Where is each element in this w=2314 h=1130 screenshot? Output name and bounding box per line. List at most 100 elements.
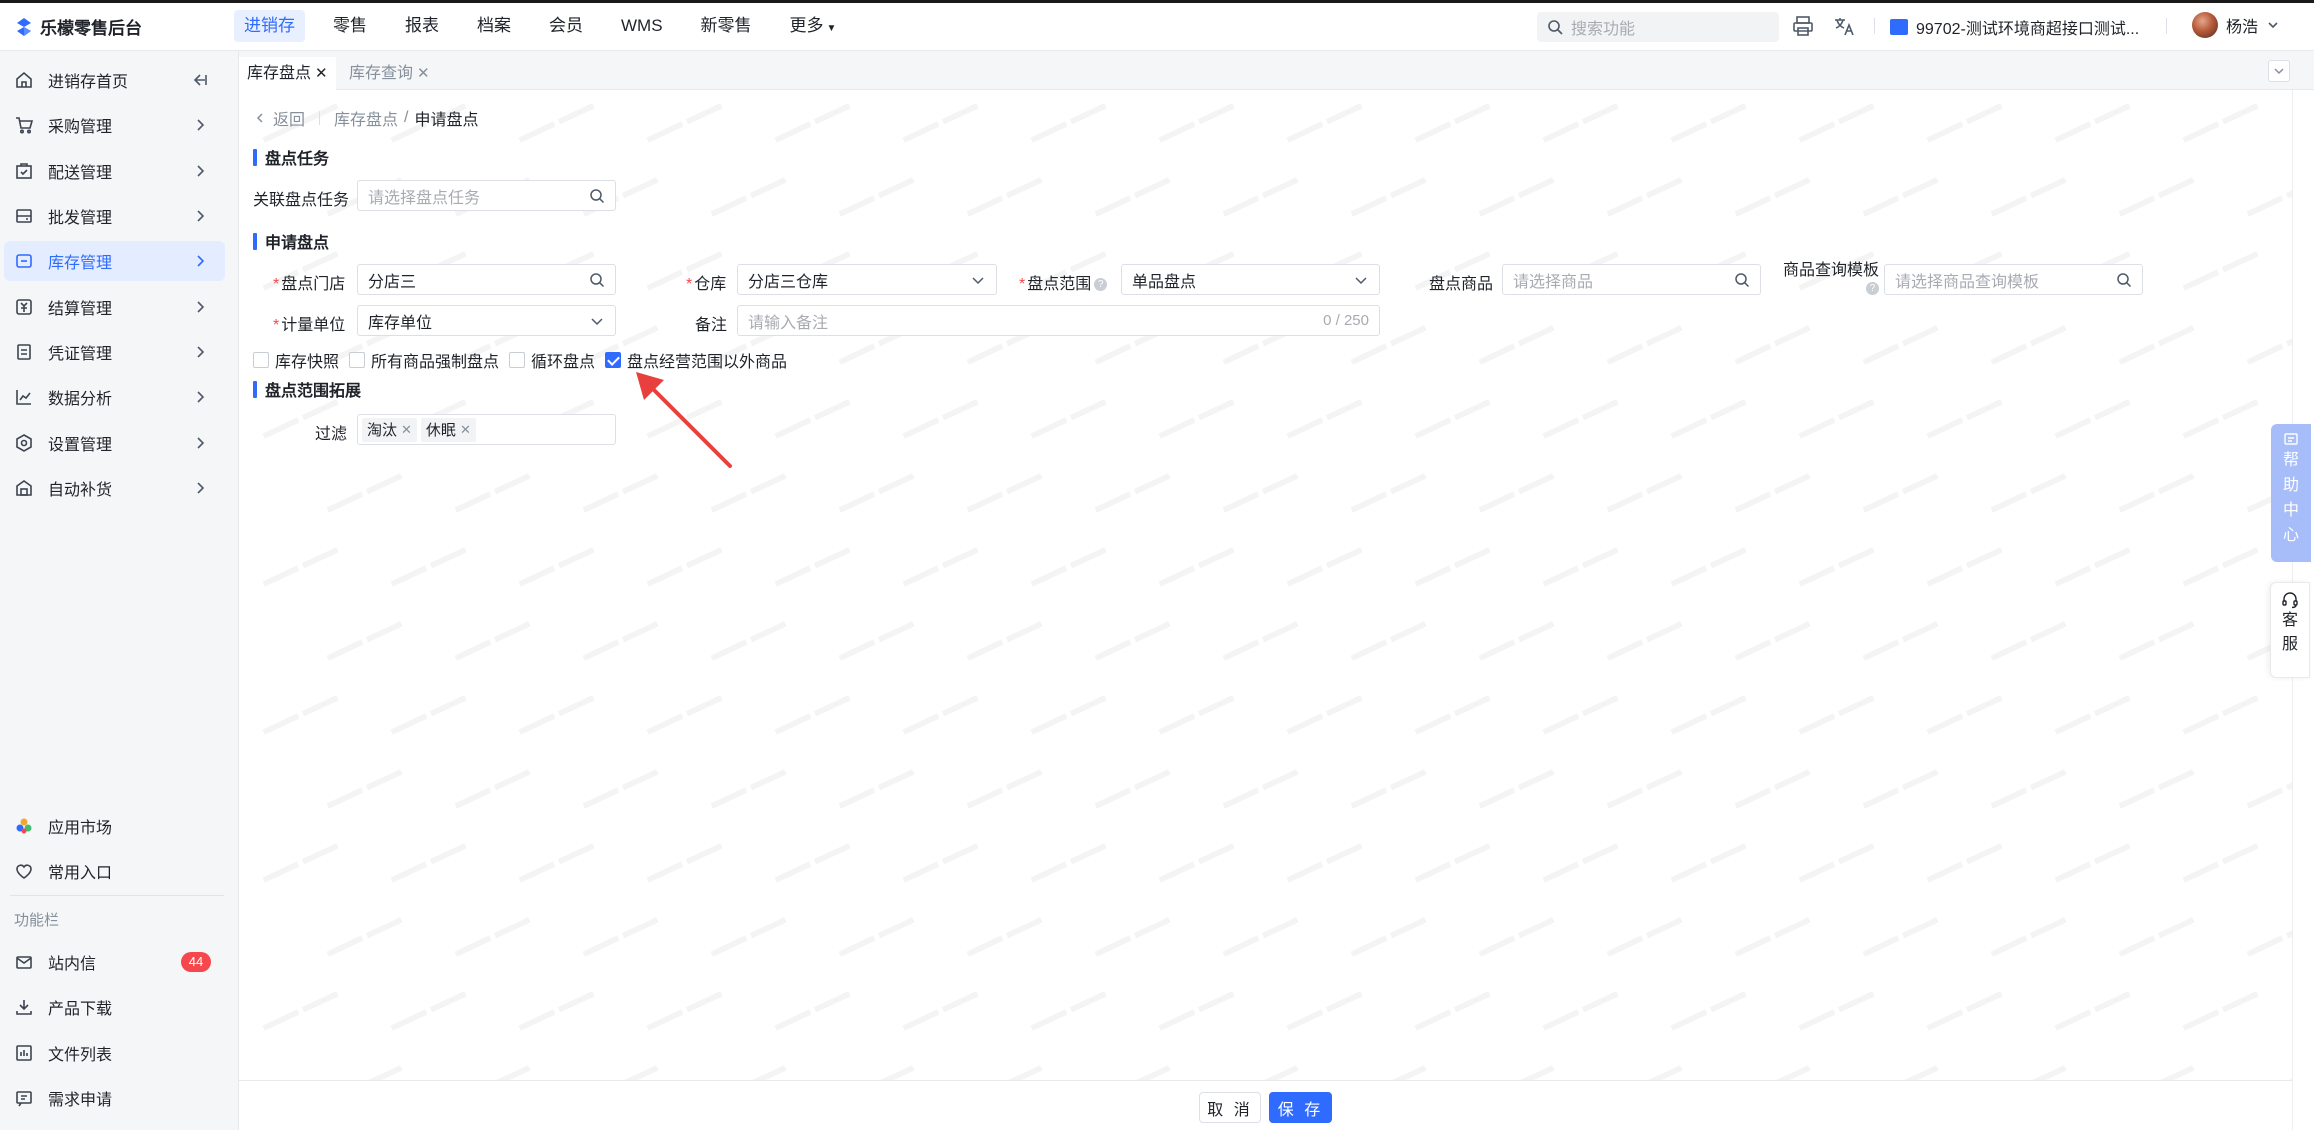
printer-icon[interactable]: [1791, 14, 1815, 38]
sidebar-item-downloads[interactable]: 产品下载: [4, 987, 225, 1027]
watermark: ▬▬ ▬▬: [514, 686, 597, 740]
sidebar-item-wholesale[interactable]: 批发管理: [4, 196, 225, 236]
watermark: ▬▬ ▬▬: [1602, 464, 1685, 518]
checkbox-label: 循环盘点: [531, 354, 596, 371]
watermark: ▬▬ ▬▬: [1794, 686, 1877, 740]
user-menu[interactable]: 杨浩: [2192, 12, 2280, 38]
goods-select[interactable]: 请选择商品: [1502, 264, 1761, 295]
watermark: ▬▬ ▬▬: [450, 760, 533, 814]
nav-wms[interactable]: WMS: [611, 10, 673, 42]
watermark: ▬▬ ▬▬: [1666, 834, 1749, 888]
sidebar-item-inventory[interactable]: 库存管理: [4, 241, 225, 281]
sidebar-item-distribution[interactable]: 配送管理: [4, 151, 225, 191]
sidebar-item-purchase[interactable]: 采购管理: [4, 105, 225, 145]
checkbox-cycle[interactable]: 循环盘点: [509, 348, 595, 372]
collapse-sidebar-icon[interactable]: [191, 71, 209, 89]
checkbox-snapshot[interactable]: 库存快照: [253, 348, 339, 372]
customer-service-tab[interactable]: 客 服: [2270, 582, 2310, 678]
unit-label-text: 计量单位: [281, 317, 346, 334]
sidebar-item-app-market[interactable]: 应用市场: [4, 806, 225, 846]
watermark: ▬▬ ▬▬: [2178, 538, 2261, 592]
store-selector[interactable]: 99702-测试环境商超接口测试...: [1890, 15, 2139, 39]
close-icon[interactable]: ✕: [401, 422, 412, 438]
app-logo[interactable]: 乐檬零售后台: [14, 14, 142, 39]
scope-select[interactable]: 单品盘点: [1121, 264, 1380, 295]
nav-member[interactable]: 会员: [539, 10, 593, 42]
tabs-dropdown-icon[interactable]: [2268, 60, 2290, 82]
help-center-tab[interactable]: 帮 助 中 心: [2271, 424, 2311, 562]
checkbox-box-checked[interactable]: [605, 352, 622, 368]
watermark: ▬▬ ▬▬: [1410, 390, 1493, 444]
sidebar-item-file-list[interactable]: 文件列表: [4, 1033, 225, 1073]
warehouse-select[interactable]: 分店三仓库: [737, 264, 997, 295]
filter-tag-select[interactable]: 淘汰 ✕ 休眠 ✕: [357, 414, 616, 445]
save-button[interactable]: 保 存: [1269, 1092, 1332, 1123]
watermark: ▬▬ ▬▬: [1410, 834, 1493, 888]
sidebar-item-analytics[interactable]: 数据分析: [4, 377, 225, 417]
watermark: ▬▬ ▬▬: [258, 538, 341, 592]
tab-inventory-query[interactable]: 库存查询 ✕: [341, 57, 438, 90]
sidebar-item-settings[interactable]: 设置管理: [4, 423, 225, 463]
checkbox-box[interactable]: [253, 352, 269, 368]
checkbox-box[interactable]: [349, 352, 366, 368]
nav-report[interactable]: 报表: [395, 10, 449, 42]
unit-select[interactable]: 库存单位: [357, 305, 616, 336]
checkbox-box[interactable]: [509, 352, 526, 368]
watermark: ▬▬ ▬▬: [1346, 464, 1429, 518]
search-icon[interactable]: [2116, 272, 2132, 288]
function-search[interactable]: 搜索功能: [1537, 12, 1779, 42]
watermark: ▬▬ ▬▬: [386, 686, 469, 740]
search-icon[interactable]: [589, 272, 605, 288]
tab-inventory-count[interactable]: 库存盘点 ✕: [239, 57, 336, 90]
cancel-button[interactable]: 取 消: [1199, 1092, 1261, 1123]
sidebar-item-voucher[interactable]: 凭证管理: [4, 332, 225, 372]
required-mark: *: [273, 317, 280, 334]
close-icon[interactable]: ✕: [315, 65, 328, 82]
chevron-right-icon: [197, 301, 205, 313]
watermark: ▬▬ ▬▬: [1538, 834, 1621, 888]
sidebar-item-auto-replenish[interactable]: 自动补货: [4, 468, 225, 508]
task-select[interactable]: 请选择盘点任务: [357, 180, 616, 211]
store-field[interactable]: 分店三: [357, 264, 616, 295]
remark-input[interactable]: 请输入备注 0 / 250: [737, 305, 1380, 336]
divider: [10, 895, 224, 896]
checkbox-outside-scope[interactable]: 盘点经营范围以外商品: [605, 348, 787, 372]
nav-new-retail[interactable]: 新零售: [691, 10, 762, 42]
watermark: ▬▬ ▬▬: [1090, 1056, 1173, 1080]
sidebar-item-favorites[interactable]: 常用入口: [4, 851, 225, 891]
search-icon[interactable]: [589, 188, 605, 204]
help-icon[interactable]: ?: [1866, 282, 1879, 296]
chevron-right-icon: [197, 119, 205, 131]
checkbox-force-all[interactable]: 所有商品强制盘点: [349, 348, 499, 372]
watermark: ▬▬ ▬▬: [1474, 908, 1557, 962]
nav-archive[interactable]: 档案: [467, 10, 521, 42]
watermark: ▬▬ ▬▬: [770, 982, 853, 1036]
watermark: ▬▬ ▬▬: [1794, 834, 1877, 888]
watermark: ▬▬ ▬▬: [642, 982, 725, 1036]
sidebar-item-settlement[interactable]: 结算管理: [4, 287, 225, 327]
watermark: ▬▬ ▬▬: [962, 760, 1045, 814]
template-select[interactable]: 请选择商品查询模板: [1884, 264, 2143, 295]
nav-jinxiaocun[interactable]: 进销存: [234, 10, 305, 42]
sidebar-item-messages[interactable]: 站内信 44: [4, 942, 225, 982]
divider: [319, 111, 321, 125]
search-icon[interactable]: [1734, 272, 1750, 288]
help-char: 帮: [2282, 452, 2299, 469]
help-icon[interactable]: ?: [1094, 278, 1108, 292]
nav-more[interactable]: 更多 ▼: [780, 10, 847, 42]
watermark: ▬▬ ▬▬: [706, 908, 789, 962]
sidebar-item-requests[interactable]: 需求申请: [4, 1078, 225, 1118]
breadcrumb-parent[interactable]: 库存盘点: [334, 106, 398, 130]
remark-char-count: 0 / 250: [1323, 312, 1369, 329]
sidebar-item-label: 进销存首页: [48, 74, 129, 91]
translate-icon[interactable]: [1832, 14, 1856, 38]
back-link[interactable]: 返回: [253, 106, 305, 130]
close-icon[interactable]: ✕: [417, 65, 430, 82]
close-icon[interactable]: ✕: [460, 422, 471, 438]
watermark: ▬▬ ▬▬: [962, 464, 1045, 518]
nav-retail[interactable]: 零售: [323, 10, 377, 42]
watermark: ▬▬ ▬▬: [2242, 908, 2292, 962]
tab-label: 库存查询: [349, 65, 414, 82]
watermark: ▬▬ ▬▬: [1730, 316, 1813, 370]
sidebar-item-home[interactable]: 进销存首页: [4, 60, 225, 100]
